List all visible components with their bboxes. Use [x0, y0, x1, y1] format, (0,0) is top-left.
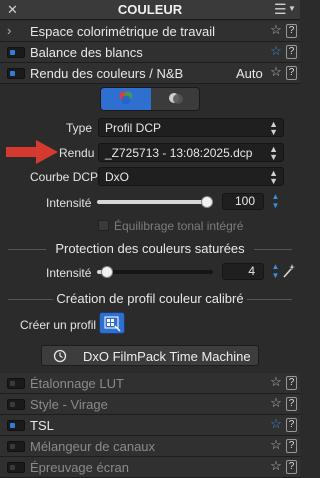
- calibration-chart-icon: [104, 316, 121, 332]
- section-espace-colorimetrique[interactable]: › Espace colorimétrique de travail ☆ ?: [0, 21, 300, 42]
- protection-value-field[interactable]: 4: [222, 263, 264, 280]
- section-label: Balance des blancs: [30, 45, 143, 60]
- section-toggle[interactable]: [7, 47, 25, 58]
- section-label: Mélangeur de canaux: [30, 439, 156, 454]
- panel-title: COULEUR: [117, 2, 183, 17]
- create-profile-label: Créer un profil: [20, 318, 97, 332]
- filmpack-time-machine-button[interactable]: DxO FilmPack Time Machine: [41, 345, 259, 366]
- section-style-virage[interactable]: Style - Virage ☆ ?: [0, 394, 300, 415]
- rendu-select[interactable]: _Z725713 - 13:08:2025.dcp ▲ ▼: [98, 143, 284, 162]
- equilibrage-label: Équilibrage tonal intégré: [114, 219, 244, 233]
- help-icon[interactable]: ?: [286, 460, 297, 474]
- annotation-arrow: [6, 140, 58, 164]
- star-icon[interactable]: ☆: [269, 375, 283, 389]
- divider-right: [247, 299, 292, 300]
- star-icon[interactable]: ☆: [269, 44, 283, 58]
- create-profile-button[interactable]: [99, 312, 125, 334]
- section-melangeur-canaux[interactable]: Mélangeur de canaux ☆ ?: [0, 436, 300, 457]
- section-label: TSL: [30, 418, 54, 433]
- star-icon[interactable]: ☆: [269, 417, 283, 431]
- protection-intensite-label: Intensité: [46, 266, 92, 280]
- star-icon[interactable]: ☆: [269, 23, 283, 37]
- time-machine-icon: [53, 349, 67, 363]
- intensite-stepper[interactable]: ▲ ▼: [270, 192, 281, 210]
- section-label: Style - Virage: [30, 397, 108, 412]
- star-icon[interactable]: ☆: [269, 438, 283, 452]
- help-icon[interactable]: ?: [286, 24, 297, 38]
- intensite-value-field[interactable]: 100: [222, 193, 264, 210]
- stepper-up-icon[interactable]: ▲: [270, 192, 281, 201]
- help-icon[interactable]: ?: [286, 376, 297, 390]
- section-toggle[interactable]: [7, 378, 25, 389]
- section-label: Espace colorimétrique de travail: [30, 24, 215, 39]
- intensite-slider-fill: [97, 200, 213, 204]
- mode-value: Auto: [236, 66, 263, 81]
- section-etalonnage-lut[interactable]: Étalonnage LUT ☆ ?: [0, 373, 300, 394]
- menu-icon[interactable]: ☰: [274, 1, 287, 18]
- bw-mode-button[interactable]: [151, 88, 199, 110]
- help-icon[interactable]: ?: [286, 439, 297, 453]
- stepper-down-icon[interactable]: ▼: [270, 201, 281, 210]
- section-rendu-couleurs[interactable]: Rendu des couleurs / N&B Auto ☆ ?: [0, 63, 300, 84]
- divider-right: [254, 249, 292, 250]
- updown-icon: ▲ ▼: [269, 168, 278, 186]
- section-toggle[interactable]: [7, 441, 25, 452]
- protection-stepper[interactable]: ▲ ▼: [270, 262, 281, 280]
- help-icon[interactable]: ?: [286, 66, 297, 80]
- intensite-slider-knob[interactable]: [201, 196, 213, 208]
- chevron-right-icon[interactable]: ›: [7, 23, 11, 38]
- section-epreuvage-ecran[interactable]: Épreuvage écran ☆ ?: [0, 457, 300, 478]
- magic-wand-icon[interactable]: [282, 263, 296, 279]
- updown-icon: ▲ ▼: [269, 144, 278, 162]
- star-icon[interactable]: ☆: [269, 65, 283, 79]
- chevron-down-icon[interactable]: ▼: [288, 4, 296, 13]
- star-icon[interactable]: ☆: [269, 396, 283, 410]
- type-value: Profil DCP: [105, 121, 162, 135]
- section-toggle[interactable]: [7, 420, 25, 431]
- panel-titlebar: ✕ COULEUR ☰ ▼: [0, 0, 300, 20]
- color-mode-button[interactable]: [101, 88, 151, 110]
- section-label: Rendu des couleurs / N&B: [30, 66, 184, 81]
- color-circles-icon: [119, 91, 133, 105]
- stepper-down-icon[interactable]: ▼: [270, 271, 281, 280]
- help-icon[interactable]: ?: [286, 418, 297, 432]
- section-toggle[interactable]: [7, 462, 25, 473]
- protection-intensite-slider[interactable]: [97, 266, 213, 278]
- section-label: Épreuvage écran: [30, 460, 130, 475]
- equilibrage-checkbox[interactable]: [98, 220, 109, 231]
- type-label: Type: [66, 121, 93, 135]
- courbe-value: DxO: [105, 170, 129, 184]
- section-toggle[interactable]: [7, 399, 25, 410]
- type-select[interactable]: Profil DCP ▲ ▼: [98, 118, 284, 137]
- section-tsl[interactable]: TSL ☆ ?: [0, 415, 300, 436]
- stepper-up-icon[interactable]: ▲: [270, 262, 281, 271]
- updown-icon: ▲ ▼: [269, 119, 278, 137]
- section-toggle[interactable]: [7, 68, 25, 79]
- help-icon[interactable]: ?: [286, 45, 297, 59]
- star-icon[interactable]: ☆: [269, 459, 283, 473]
- help-icon[interactable]: ?: [286, 397, 297, 411]
- protection-slider-knob[interactable]: [101, 266, 114, 278]
- section-balance-blancs[interactable]: Balance des blancs ☆ ?: [0, 42, 300, 63]
- bw-circles-icon: [169, 93, 183, 104]
- intensite-slider[interactable]: [97, 196, 213, 208]
- section-label: Étalonnage LUT: [30, 376, 124, 391]
- courbe-label: Courbe DCP: [30, 170, 99, 184]
- color-bw-segmented: [100, 87, 200, 111]
- intensite-label: Intensité: [46, 196, 92, 210]
- filmpack-label: DxO FilmPack Time Machine: [83, 349, 251, 364]
- rendu-value: _Z725713 - 13:08:2025.dcp: [105, 146, 253, 160]
- rendu-label: Rendu: [59, 146, 95, 160]
- courbe-select[interactable]: DxO ▲ ▼: [98, 167, 284, 186]
